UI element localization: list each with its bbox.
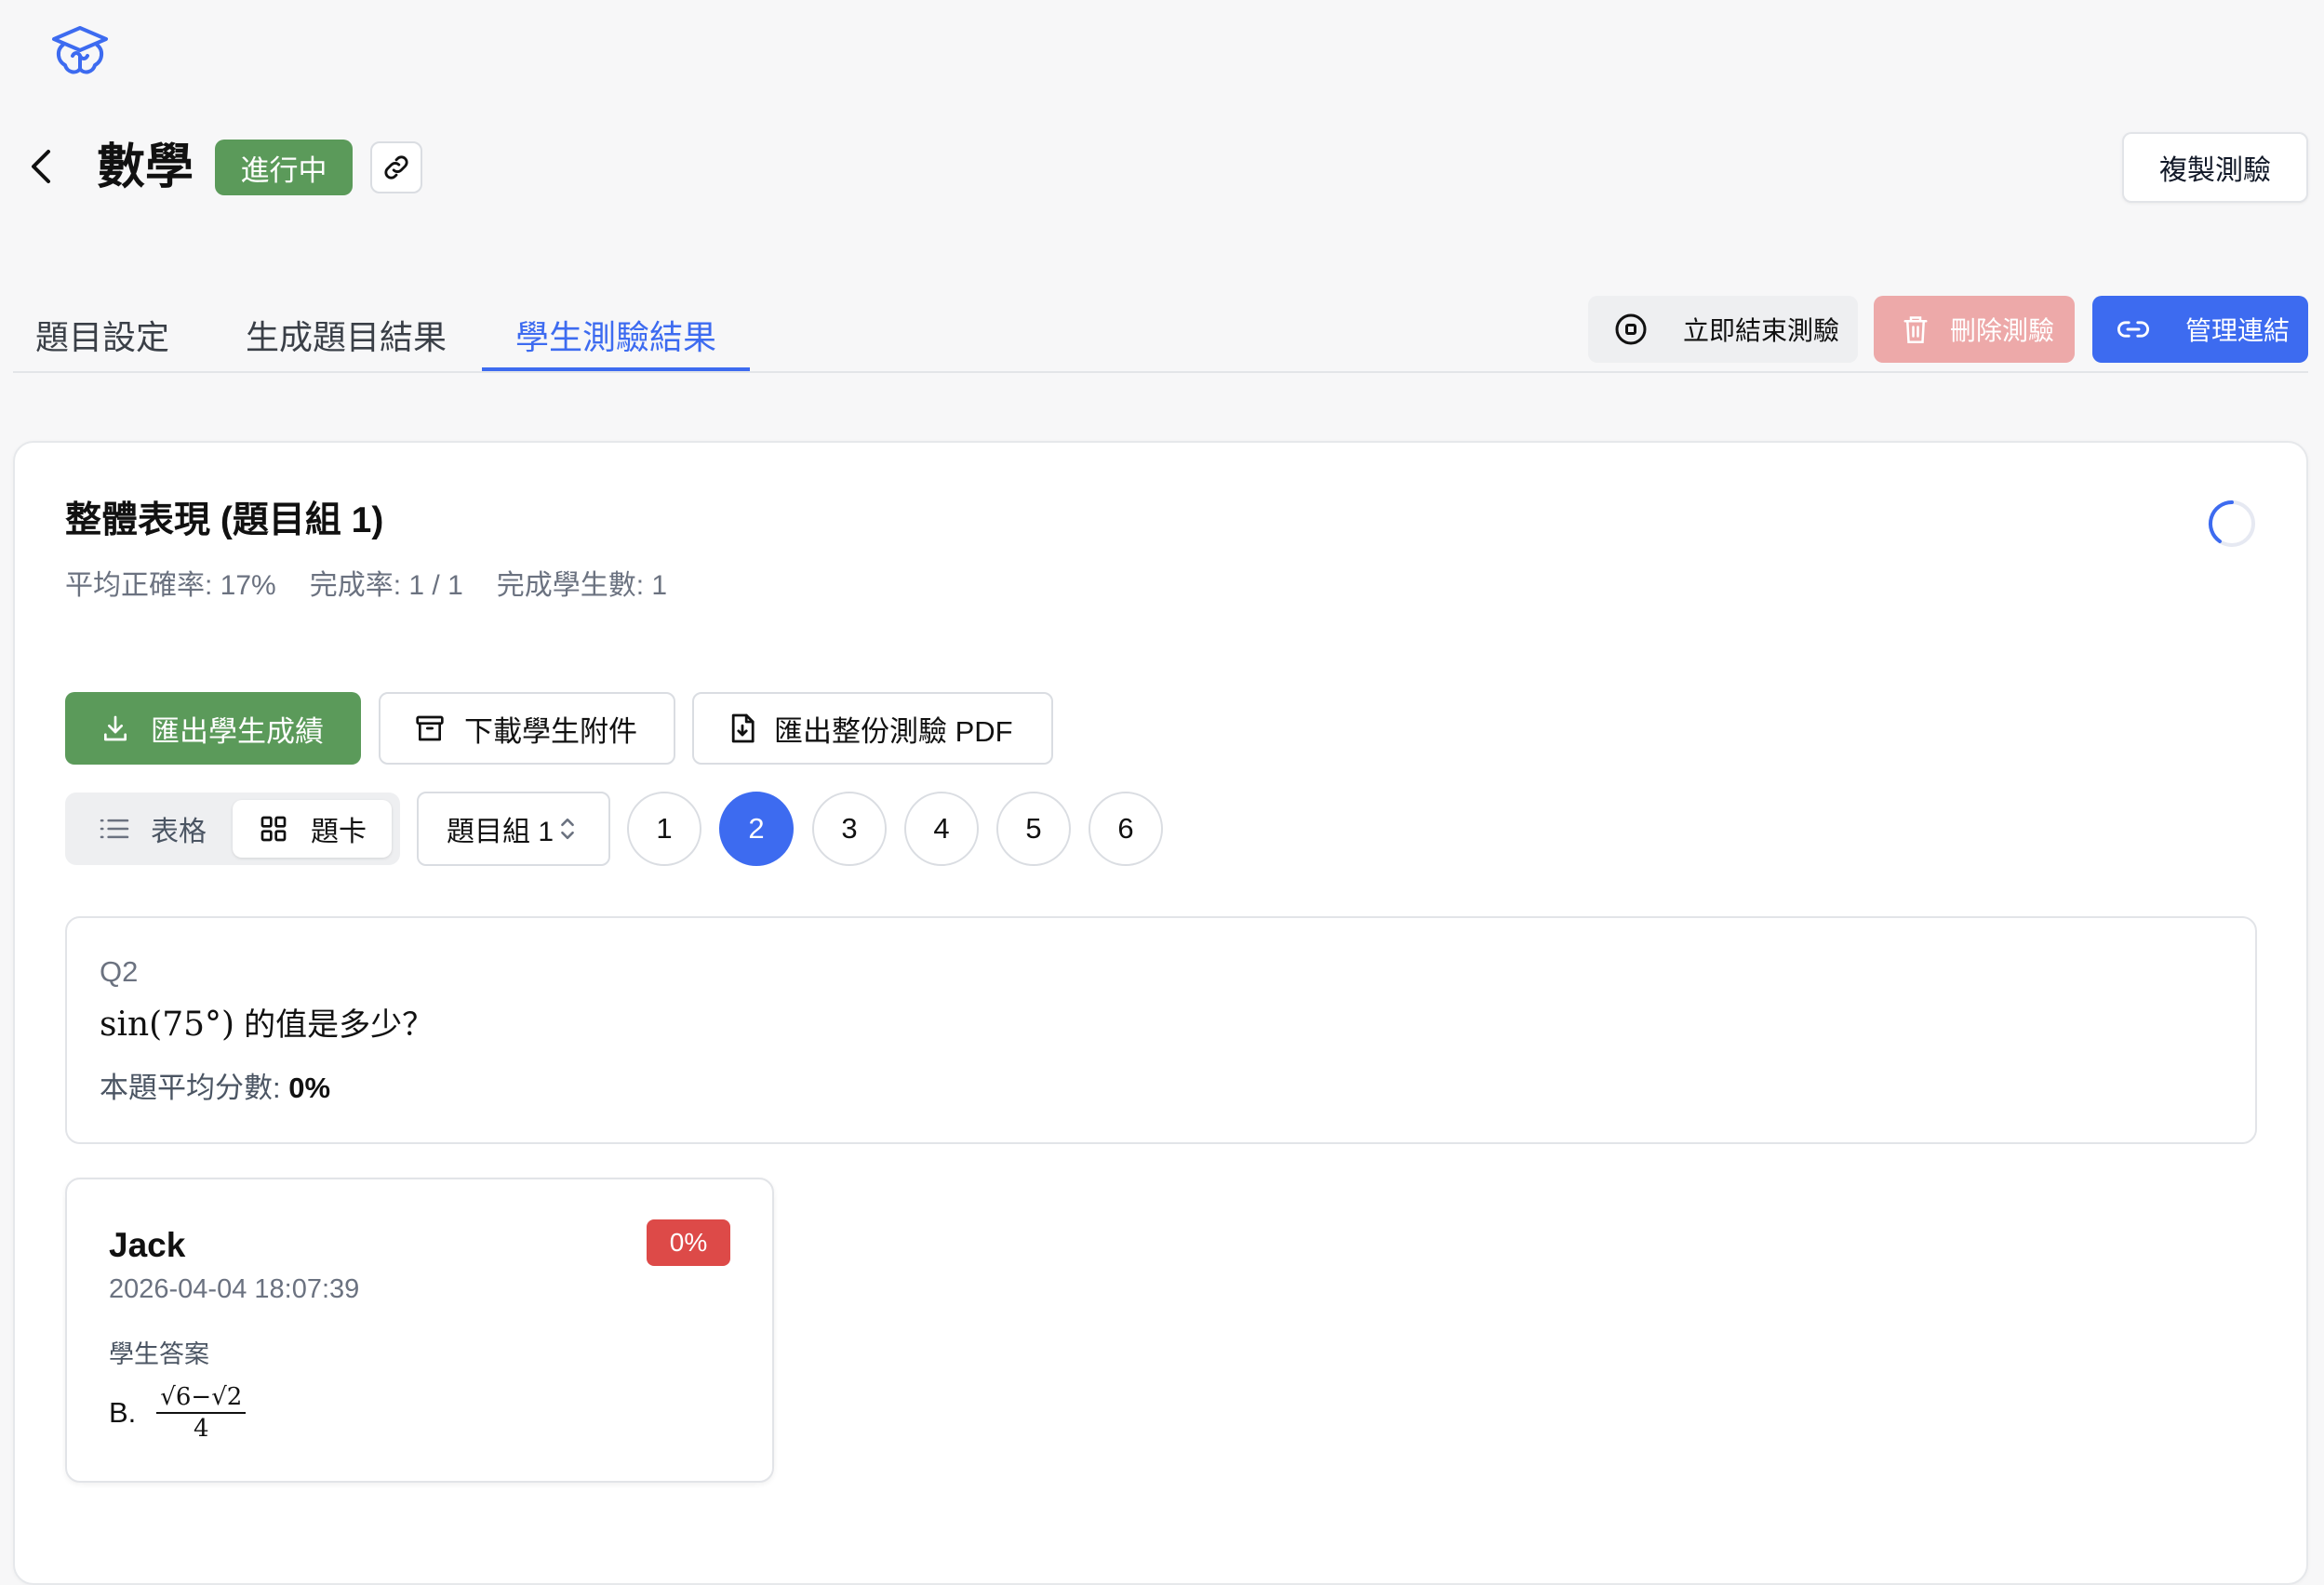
question-number-button[interactable]: 4 (904, 792, 979, 866)
student-answer: B. √6−√2 4 (109, 1384, 247, 1443)
delete-quiz-button[interactable]: 刪除測驗 (1874, 296, 2075, 363)
view-table-label: 表格 (151, 817, 207, 847)
export-scores-button[interactable]: 匯出學生成績 (65, 692, 361, 765)
question-body: 的值是多少？ (244, 1007, 434, 1043)
list-icon (100, 819, 129, 839)
active-tab-indicator (482, 367, 750, 371)
tab-generated-results[interactable]: 生成題目結果 (234, 300, 458, 370)
completed-students: 完成學生數: 1 (496, 570, 668, 601)
student-answer-label: 學生答案 (109, 1340, 209, 1368)
back-button[interactable] (22, 140, 60, 193)
answer-denominator: 4 (194, 1415, 209, 1443)
chevron-left-icon (32, 150, 50, 183)
score-badge: 0% (647, 1219, 730, 1266)
page-title: 數學 (97, 140, 194, 194)
status-badge: 進行中 (215, 140, 353, 195)
avg-accuracy: 平均正確率: 17% (65, 570, 276, 601)
question-number-button[interactable]: 2 (719, 792, 794, 866)
view-table-button[interactable]: 表格 (82, 802, 227, 856)
tab-student-results[interactable]: 學生測驗結果 (482, 300, 750, 370)
end-quiz-button[interactable]: 立即結束測驗 (1588, 296, 1858, 363)
question-group-value: 題目組 1 (447, 817, 554, 847)
link-icon (2117, 321, 2149, 338)
answer-fraction: √6−√2 4 (156, 1384, 247, 1443)
question-group-select[interactable]: 題目組 1 (417, 792, 610, 866)
summary-title: 整體表現 (題目組 1) (65, 500, 384, 540)
question-average: 本題平均分數: 0% (100, 1068, 330, 1109)
question-number-button[interactable]: 5 (996, 792, 1071, 866)
link-icon (384, 155, 408, 180)
tabs-divider (13, 371, 2308, 373)
export-pdf-label: 匯出整份測驗 PDF (774, 714, 1013, 748)
completion-rate: 完成率: 1 / 1 (309, 570, 463, 601)
copy-quiz-button[interactable]: 複製測驗 (2122, 132, 2308, 203)
delete-quiz-label: 刪除測驗 (1950, 316, 2055, 345)
submission-time: 2026-04-04 18:07:39 (109, 1274, 360, 1304)
manage-links-label: 管理連結 (2185, 316, 2291, 345)
stop-circle-icon (1615, 313, 1647, 345)
download-attachments-button[interactable]: 下載學生附件 (379, 692, 675, 765)
question-average-value: 0% (288, 1072, 331, 1104)
answer-option: B. (109, 1396, 137, 1429)
download-icon (104, 715, 127, 741)
view-card-label: 題卡 (311, 817, 367, 847)
summary-stats: 平均正確率: 17% 完成率: 1 / 1 完成學生數: 1 (65, 567, 667, 605)
chevron-up-down-icon (561, 818, 574, 840)
end-quiz-label: 立即結束測驗 (1683, 316, 1840, 345)
manage-links-button[interactable]: 管理連結 (2092, 296, 2308, 363)
answer-numerator: √6−√2 (156, 1384, 247, 1414)
question-math: sin(75°) (100, 1006, 235, 1044)
brain-graduation-logo-icon (50, 24, 110, 80)
grid-icon (260, 816, 287, 842)
loading-spinner-icon (2207, 499, 2257, 549)
question-number-button[interactable]: 1 (627, 792, 701, 866)
file-download-icon (731, 713, 755, 743)
question-number-button[interactable]: 3 (812, 792, 887, 866)
tab-question-settings[interactable]: 題目設定 (28, 300, 177, 370)
view-card-button[interactable]: 題卡 (233, 800, 392, 858)
archive-icon (416, 715, 444, 741)
download-attachments-label: 下載學生附件 (464, 714, 637, 748)
export-scores-label: 匯出學生成績 (151, 714, 324, 748)
question-id: Q2 (100, 955, 139, 988)
copy-link-button[interactable] (370, 141, 422, 193)
export-pdf-button[interactable]: 匯出整份測驗 PDF (692, 692, 1053, 765)
question-number-button[interactable]: 6 (1089, 792, 1163, 866)
trash-icon (1903, 316, 1928, 343)
student-name: Jack (109, 1226, 186, 1264)
question-text: sin(75°) 的值是多少？ (100, 1003, 434, 1047)
question-average-label: 本題平均分數: (100, 1072, 289, 1104)
